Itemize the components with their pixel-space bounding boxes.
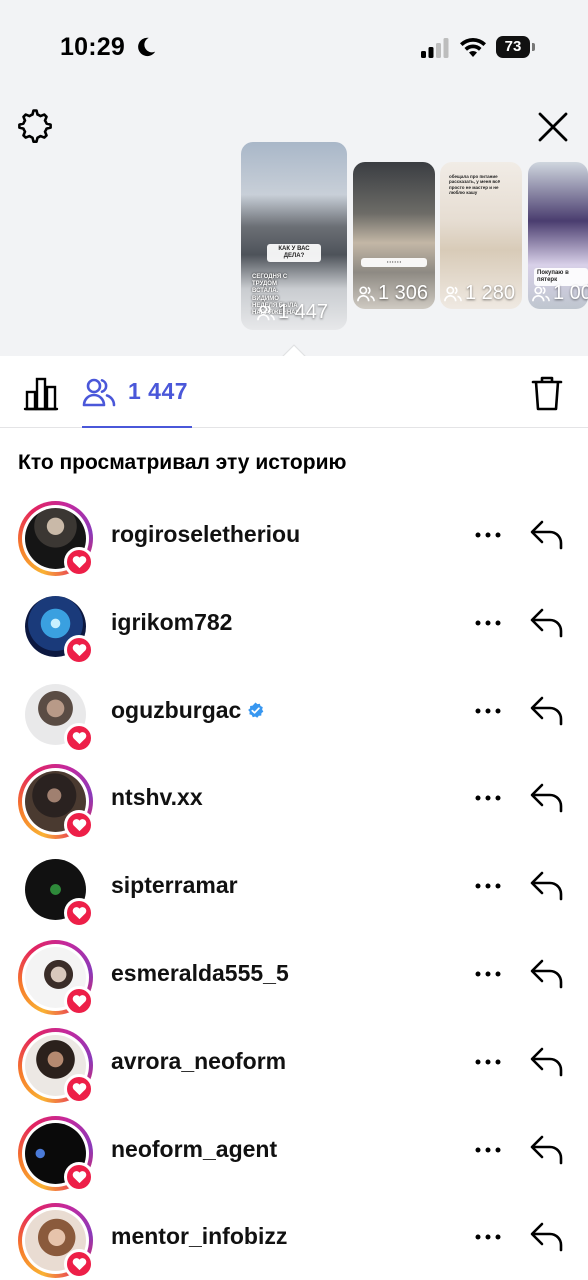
signal-icon	[421, 38, 449, 58]
story-sticker: КАК У ВАС ДЕЛА?	[267, 244, 321, 263]
viewers-count: 1 447	[128, 378, 189, 404]
list-item: avrora_neoform	[0, 1019, 588, 1107]
avatar[interactable]	[18, 939, 94, 1016]
heart-icon	[64, 810, 94, 841]
reply-icon[interactable]	[528, 516, 566, 552]
more-icon[interactable]	[470, 608, 506, 638]
status-bar: 10:29 73	[0, 0, 588, 96]
username[interactable]: avrora_neoform	[111, 1048, 286, 1075]
story-view-count: 1 280	[444, 282, 515, 305]
avatar[interactable]	[18, 589, 94, 665]
heart-icon	[64, 1161, 94, 1192]
list-item: igrikom782	[0, 580, 588, 668]
battery-level: 73	[496, 36, 530, 58]
story-sticker: • • • • • •	[361, 258, 427, 267]
wifi-icon	[460, 37, 486, 57]
bar-chart-icon[interactable]	[22, 375, 60, 411]
story-view-count: 1 306	[357, 282, 428, 305]
more-icon[interactable]	[470, 1222, 506, 1252]
reply-icon[interactable]	[528, 867, 566, 903]
reply-icon[interactable]	[528, 1043, 566, 1079]
username[interactable]: mentor_infobizz	[111, 1223, 287, 1250]
close-icon[interactable]	[534, 108, 572, 146]
people-icon	[532, 285, 550, 301]
avatar[interactable]	[18, 1027, 94, 1104]
reply-icon[interactable]	[528, 1131, 566, 1167]
avatar[interactable]	[18, 1115, 94, 1192]
more-icon[interactable]	[470, 1047, 506, 1077]
reply-icon[interactable]	[528, 692, 566, 728]
reply-icon[interactable]	[528, 604, 566, 640]
more-icon[interactable]	[470, 871, 506, 901]
heart-icon	[64, 1073, 94, 1104]
story-thumbnail[interactable]: обещала про питание рассказать, у меня в…	[440, 162, 522, 309]
heart-icon	[64, 985, 94, 1016]
trash-icon[interactable]	[530, 374, 564, 412]
username[interactable]: igrikom782	[111, 609, 232, 636]
story-thumbnail-current[interactable]: КАК У ВАС ДЕЛА? СЕГОДНЯ С ТРУДОМ ВСТАЛА.…	[241, 142, 347, 330]
heart-icon	[64, 722, 94, 753]
username[interactable]: esmeralda555_5	[111, 960, 289, 987]
people-icon	[82, 378, 116, 407]
heart-icon	[64, 547, 94, 577]
list-item: neoform_agent	[0, 1107, 588, 1195]
battery-icon: 73	[496, 36, 536, 58]
story-preview-area: 10:29 73 КАК У ВАС ДЕЛА? СЕГОДНЯ С ТРУДО…	[0, 0, 588, 358]
username[interactable]: oguzburgac	[111, 697, 264, 724]
heart-icon	[64, 634, 94, 665]
moon-icon	[138, 37, 156, 57]
list-item: mentor_infobizz	[0, 1194, 588, 1280]
more-icon[interactable]	[470, 520, 506, 550]
more-icon[interactable]	[470, 959, 506, 989]
avatar[interactable]	[18, 677, 94, 753]
tab-bar: 1 447	[0, 356, 588, 428]
username[interactable]: sipterramar	[111, 872, 238, 899]
username[interactable]: neoform_agent	[111, 1136, 277, 1163]
story-view-count: 1 447	[257, 301, 328, 324]
people-icon	[257, 304, 275, 320]
gear-icon[interactable]	[16, 108, 54, 146]
people-icon	[357, 285, 375, 301]
section-title: Кто просматривал эту историю	[18, 451, 347, 474]
more-icon[interactable]	[470, 783, 506, 813]
reply-icon[interactable]	[528, 1218, 566, 1254]
username[interactable]: rogiroseletheriou	[111, 521, 300, 548]
story-view-count: 1 00	[532, 282, 588, 305]
avatar[interactable]	[18, 501, 94, 577]
people-icon	[444, 285, 462, 301]
verified-icon	[248, 702, 264, 718]
username[interactable]: ntshv.xx	[111, 784, 203, 811]
list-item: oguzburgac	[0, 668, 588, 756]
more-icon[interactable]	[470, 696, 506, 726]
tab-viewers[interactable]: 1 447	[82, 356, 192, 428]
story-thumbnail[interactable]: Покупаю в пятерк 1 00	[528, 162, 588, 309]
reply-icon[interactable]	[528, 955, 566, 991]
avatar[interactable]	[18, 764, 94, 841]
list-item: sipterramar	[0, 843, 588, 931]
status-time: 10:29	[60, 33, 125, 61]
story-thumbnail[interactable]: • • • • • • 1 306	[353, 162, 435, 309]
viewers-list: rogiroseletheriou igrikom782 oguzburgac …	[0, 492, 588, 1280]
heart-icon	[64, 1249, 94, 1280]
list-item: ntshv.xx	[0, 755, 588, 843]
reply-icon[interactable]	[528, 779, 566, 815]
list-item: esmeralda555_5	[0, 931, 588, 1019]
list-item: rogiroseletheriou	[0, 492, 588, 580]
story-sticker: обещала про питание рассказать, у меня в…	[449, 174, 501, 196]
avatar[interactable]	[18, 1203, 94, 1280]
more-icon[interactable]	[470, 1135, 506, 1165]
heart-icon	[64, 898, 94, 929]
avatar[interactable]	[18, 852, 94, 929]
